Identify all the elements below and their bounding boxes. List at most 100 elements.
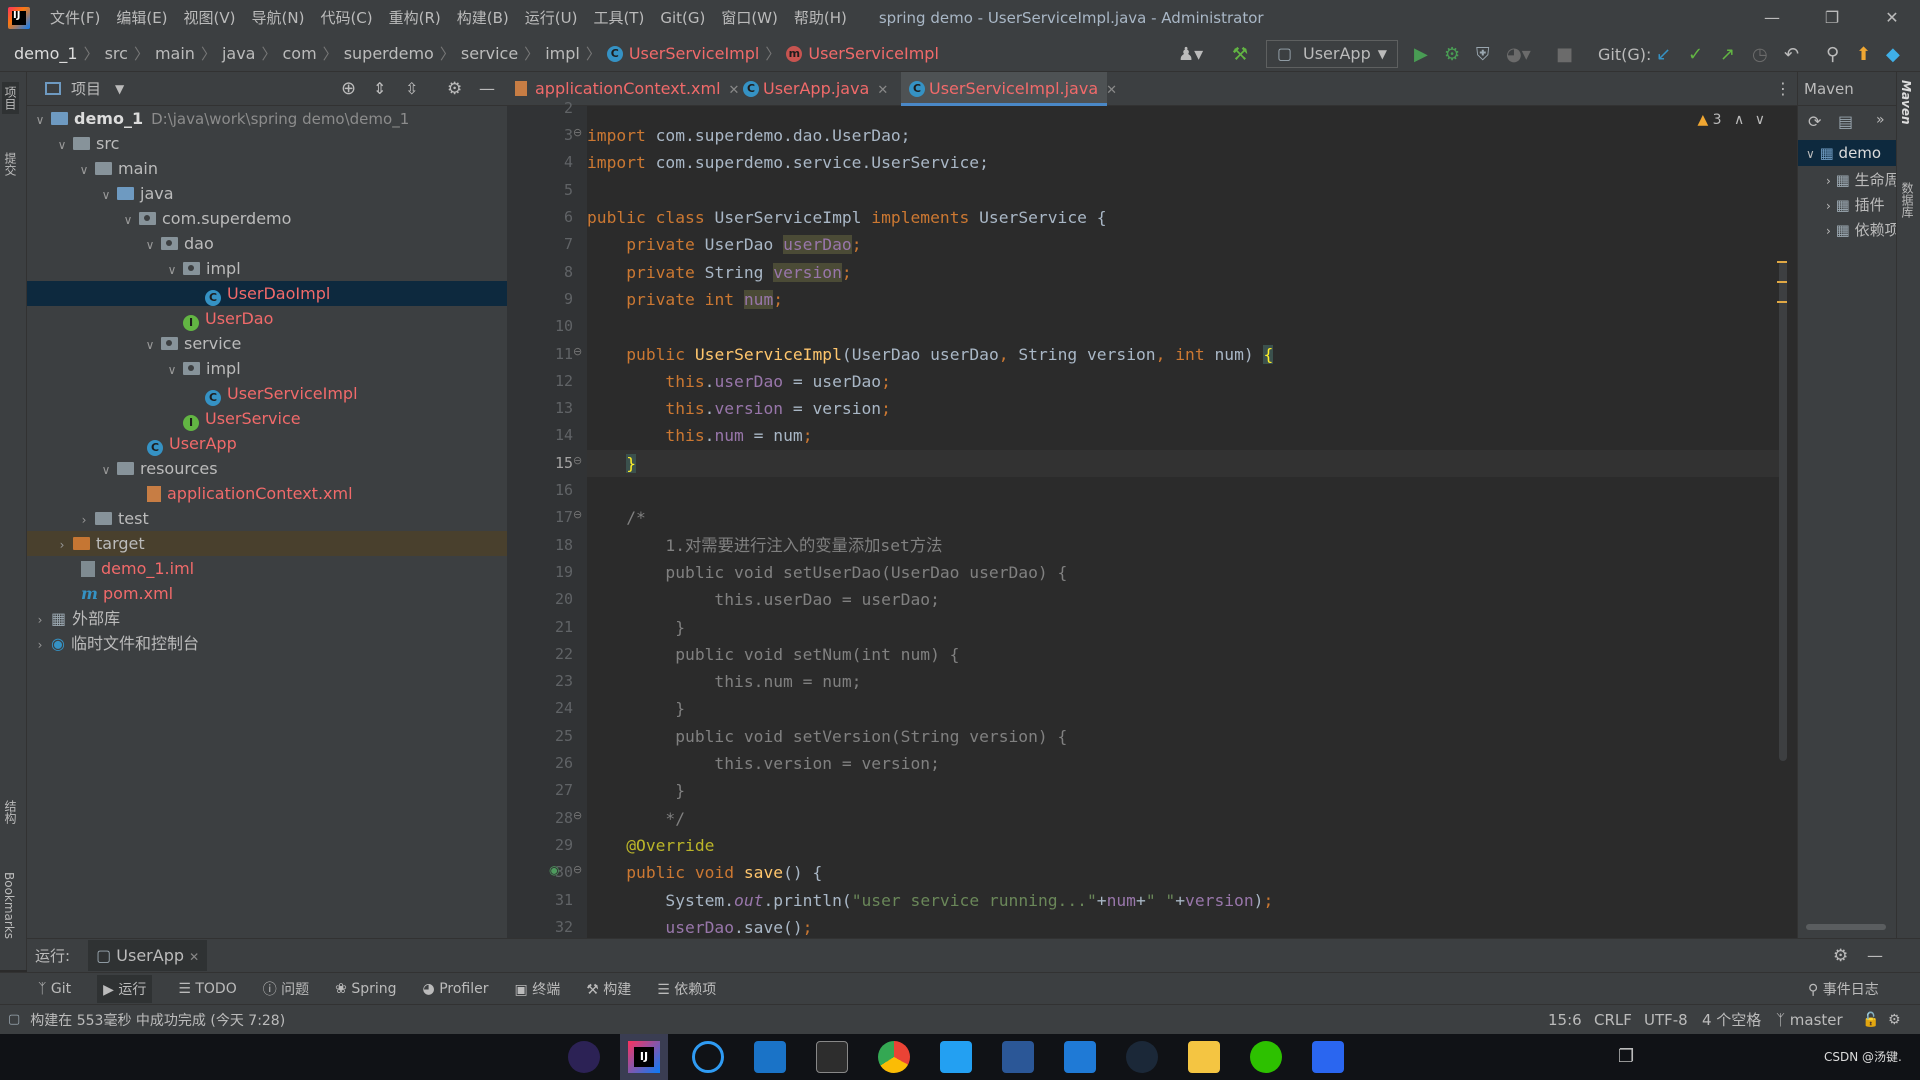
rollback-icon[interactable]: ↶ — [1784, 44, 1799, 66]
breadcrumb-main[interactable]: main — [155, 44, 195, 63]
fold-icon[interactable]: ⊖ — [573, 809, 582, 822]
file-explorer-icon[interactable] — [1188, 1041, 1220, 1073]
menu-refactor[interactable]: 重构(R) — [381, 0, 449, 36]
tree-item-external-libs[interactable]: › ▦ 外部库 — [27, 606, 507, 631]
tree-item-service-impl[interactable]: ∨ impl — [27, 356, 507, 381]
restore-icon[interactable]: ❐ — [1802, 0, 1862, 36]
breadcrumb-src[interactable]: src — [105, 44, 128, 63]
gear-icon[interactable]: ⚙ — [1833, 946, 1848, 966]
horizontal-scrollbar[interactable] — [1806, 924, 1886, 930]
fold-icon[interactable]: ⊖ — [573, 345, 582, 358]
tree-item-resources[interactable]: ∨ resources — [27, 456, 507, 481]
indent-setting[interactable]: 4 个空格 — [1702, 1009, 1761, 1030]
menu-git[interactable]: Git(G) — [652, 0, 713, 36]
close-tab-icon[interactable]: ✕ — [1106, 83, 1117, 98]
breadcrumb-member[interactable]: UserServiceImpl — [808, 44, 939, 63]
code-editor[interactable]: ▲ 3 ∧ ∨ import com.superdemo.dao.UserDao… — [587, 106, 1787, 938]
user-icon[interactable]: ♟▾ — [1178, 44, 1203, 66]
locate-icon[interactable]: ⊕ — [341, 78, 356, 99]
panel-toggle-icon[interactable]: ▢ — [8, 1012, 20, 1027]
tree-item-userdaoimpl[interactable]: C UserDaoImpl — [27, 281, 507, 306]
close-tab-icon[interactable]: ✕ — [189, 950, 199, 964]
git-branch[interactable]: ᛉ master — [1776, 1011, 1843, 1029]
tree-item-userserviceimpl[interactable]: C UserServiceImpl — [27, 381, 507, 406]
tool-build[interactable]: ⚒ 构建 — [586, 979, 631, 999]
breadcrumb-project[interactable]: demo_1 — [14, 44, 78, 63]
debug-icon[interactable]: ⚙ — [1444, 44, 1460, 66]
menu-run[interactable]: 运行(U) — [517, 0, 586, 36]
breadcrumb-java[interactable]: java — [222, 44, 256, 63]
run-tab-userapp[interactable]: ▢ UserApp ✕ — [88, 940, 208, 971]
override-marker-icon[interactable]: ◉ — [549, 863, 559, 877]
tree-item-dao[interactable]: ∨ dao — [27, 231, 507, 256]
tree-item-appctx[interactable]: applicationContext.xml — [27, 481, 507, 506]
hide-icon[interactable]: — — [479, 79, 495, 98]
tool-window-project[interactable]: 项目 — [2, 82, 19, 114]
tool-window-structure[interactable]: 结构 — [2, 800, 19, 824]
fold-icon[interactable]: ⊖ — [573, 126, 582, 139]
breadcrumb-superdemo[interactable]: superdemo — [344, 44, 434, 63]
editor-scrollbar[interactable] — [1779, 261, 1787, 761]
status-message[interactable]: 构建在 553毫秒 中成功完成 (今天 7:28) — [30, 1010, 285, 1030]
task-view-icon[interactable]: ❐ — [1618, 1046, 1634, 1067]
coverage-icon[interactable]: ⛨ — [1476, 44, 1490, 66]
next-highlight-icon[interactable]: ∨ — [1755, 112, 1765, 128]
tree-item-src[interactable]: ∨ src — [27, 131, 507, 156]
menu-view[interactable]: 视图(V) — [176, 0, 244, 36]
tool-git[interactable]: ᛉ Git — [38, 981, 71, 997]
stop-icon[interactable]: ■ — [1556, 44, 1573, 66]
eclipse-icon[interactable] — [568, 1041, 600, 1073]
chrome-icon[interactable] — [878, 1041, 910, 1073]
tool-profiler[interactable]: ◕ Profiler — [423, 981, 489, 997]
hide-icon[interactable]: — — [1867, 946, 1883, 965]
git-update-icon[interactable]: ↙ — [1656, 44, 1671, 66]
tab-userserviceimpl[interactable]: C UserServiceImpl.java ✕ — [901, 72, 1117, 106]
maven-item-lifecycle[interactable]: › ▦ 生命周期 — [1798, 168, 1897, 193]
more-actions-icon[interactable]: » — [1876, 112, 1885, 128]
tree-item-pom[interactable]: m pom.xml — [27, 581, 507, 606]
tool-terminal[interactable]: ▣ 终端 — [515, 979, 561, 999]
tool-run[interactable]: ▶ 运行 — [97, 974, 153, 1003]
tab-userapp[interactable]: C UserApp.java ✕ — [735, 72, 901, 106]
breadcrumb-impl[interactable]: impl — [545, 44, 580, 63]
tree-item-root[interactable]: ∨ demo_1 D:\java\work\spring demo\demo_1 — [27, 106, 507, 131]
screenshot-app-icon[interactable] — [754, 1041, 786, 1073]
tool-problems[interactable]: ⓘ 问题 — [263, 979, 309, 999]
tool-window-bookmarks[interactable]: Bookmarks — [2, 872, 16, 939]
intellij-taskbar-icon[interactable]: IJ — [620, 1034, 668, 1080]
profile-icon[interactable]: ◕▾ — [1506, 44, 1531, 66]
history-icon[interactable]: ◷ — [1752, 44, 1768, 66]
reload-icon[interactable]: ⟳ — [1808, 112, 1821, 131]
tree-item-main[interactable]: ∨ main — [27, 156, 507, 181]
tree-item-iml[interactable]: demo_1.iml — [27, 556, 507, 581]
git-push-icon[interactable]: ↗ — [1720, 44, 1735, 66]
add-maven-project-icon[interactable]: ▤ — [1838, 112, 1853, 131]
terminal-app-icon[interactable] — [816, 1041, 848, 1073]
notifications-icon[interactable]: ⚙ — [1888, 1012, 1901, 1028]
tool-spring[interactable]: ❀ Spring — [335, 981, 396, 997]
menu-help[interactable]: 帮助(H) — [786, 0, 855, 36]
collapse-all-icon[interactable]: ⇳ — [405, 79, 418, 98]
close-icon[interactable]: ✕ — [1862, 0, 1920, 36]
project-panel-title[interactable]: 项目 — [71, 78, 101, 99]
menu-build[interactable]: 构建(B) — [449, 0, 517, 36]
wechat-icon[interactable] — [1250, 1041, 1282, 1073]
expand-all-icon[interactable]: ⇕ — [373, 79, 386, 98]
maven-root-item[interactable]: ∨ ▦ demo — [1798, 140, 1897, 166]
tree-item-scratches[interactable]: › ◉ 临时文件和控制台 — [27, 631, 507, 656]
menu-edit[interactable]: 编辑(E) — [108, 0, 175, 36]
fold-icon[interactable]: ⊖ — [573, 863, 582, 876]
onedrive-icon[interactable] — [692, 1041, 724, 1073]
tree-item-target[interactable]: › target — [27, 531, 507, 556]
maven-item-dependencies[interactable]: › ▦ 依赖项 — [1798, 218, 1897, 243]
gear-icon[interactable]: ⚙ — [447, 79, 462, 99]
tree-item-dao-impl[interactable]: ∨ impl — [27, 256, 507, 281]
run-icon[interactable]: ▶ — [1414, 44, 1428, 66]
update-icon[interactable]: ⬆ — [1856, 44, 1871, 66]
video-app-icon[interactable] — [1312, 1041, 1344, 1073]
inspection-widget[interactable]: ▲ 3 ∧ ∨ — [1697, 112, 1765, 128]
dropdown-icon[interactable]: ▼ — [115, 82, 124, 96]
tool-window-maven[interactable]: Maven — [1899, 80, 1913, 125]
tree-item-userapp[interactable]: C UserApp — [27, 431, 507, 456]
search-icon[interactable]: ⚲ — [1826, 44, 1839, 66]
